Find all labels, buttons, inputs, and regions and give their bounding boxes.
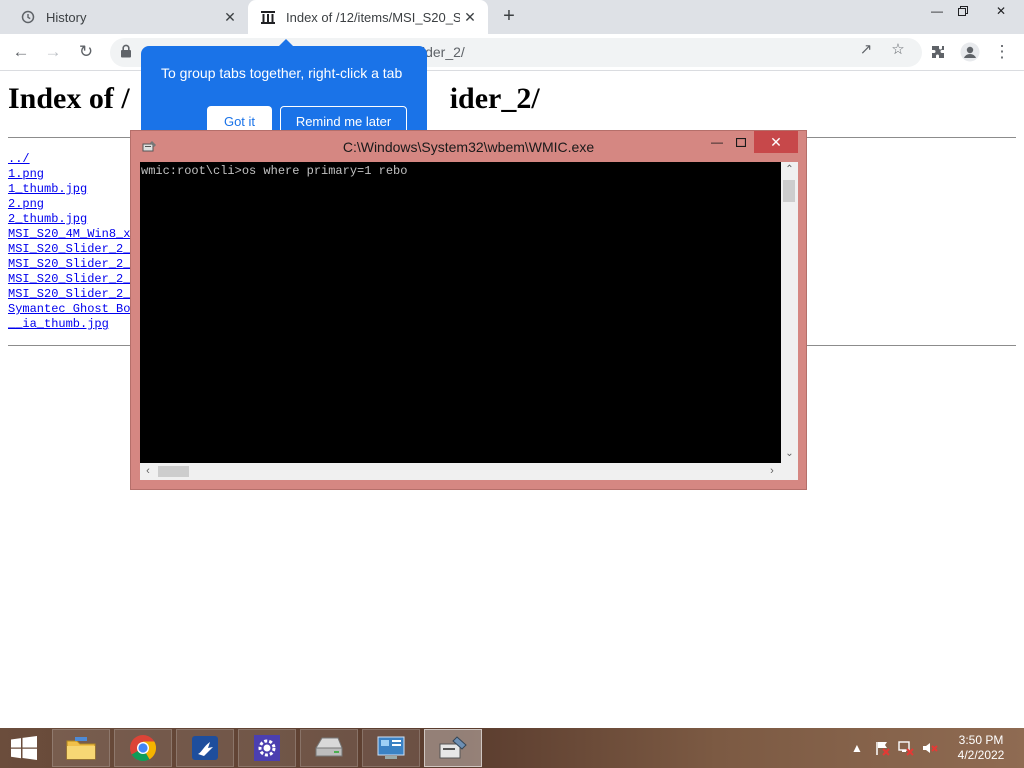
- scroll-thumb[interactable]: [158, 466, 189, 477]
- page-title-start: Index of /: [8, 82, 130, 115]
- extensions-icon[interactable]: [925, 40, 951, 64]
- system-clock[interactable]: 3:50 PM 4/2/2022: [950, 733, 1012, 763]
- file-link[interactable]: MSI_S20_Slider_2_: [8, 257, 130, 272]
- file-link[interactable]: MSI_S20_Slider_2_: [8, 287, 130, 302]
- page-title-end: ider_2/: [449, 82, 540, 115]
- console-minimize-icon[interactable]: —: [706, 131, 728, 153]
- wmic-console-window[interactable]: C:\Windows\System32\wbem\WMIC.exe — ✕ wm…: [130, 130, 807, 490]
- file-link[interactable]: 2.png: [8, 197, 130, 212]
- scroll-up-icon[interactable]: ⌃: [781, 162, 798, 178]
- console-title: C:\Windows\System32\wbem\WMIC.exe: [342, 139, 595, 155]
- file-link[interactable]: MSI_S20_4M_Win8_x: [8, 227, 130, 242]
- chrome-icon[interactable]: [114, 729, 172, 767]
- file-link[interactable]: __ia_thumb.jpg: [8, 317, 130, 332]
- back-icon[interactable]: ←: [8, 40, 34, 64]
- file-list: ../ 1.png 1_thumb.jpg 2.png 2_thumb.jpg …: [8, 152, 130, 332]
- restore-icon[interactable]: [946, 0, 980, 22]
- console-close-icon[interactable]: ✕: [754, 131, 798, 153]
- star-icon[interactable]: ☆: [887, 40, 909, 58]
- history-icon: [20, 9, 36, 25]
- file-link[interactable]: ../: [8, 152, 130, 167]
- lock-icon[interactable]: [120, 44, 134, 60]
- file-link[interactable]: MSI_S20_Slider_2_: [8, 272, 130, 287]
- scroll-thumb[interactable]: [783, 180, 795, 202]
- reload-icon[interactable]: ↻: [73, 40, 99, 64]
- forward-icon[interactable]: →: [40, 40, 66, 64]
- scroll-down-icon[interactable]: ⌄: [781, 446, 798, 462]
- close-icon[interactable]: ✕: [220, 7, 240, 27]
- close-window-icon[interactable]: ✕: [984, 0, 1018, 22]
- console-maximize-icon[interactable]: [730, 131, 752, 153]
- file-link[interactable]: Symantec Ghost Bo: [8, 302, 130, 317]
- file-explorer-icon[interactable]: [52, 729, 110, 767]
- minimize-icon[interactable]: [831, 131, 859, 153]
- drive-icon[interactable]: [300, 729, 358, 767]
- tab-group-callout: To group tabs together, right-click a ta…: [141, 39, 427, 142]
- tab-title: History: [46, 9, 87, 25]
- console-output[interactable]: wmic:root\cli>os where primary=1 rebo: [140, 162, 781, 463]
- clock-date: 4/2/2022: [957, 748, 1005, 762]
- volume-muted-icon[interactable]: [921, 738, 939, 758]
- console-titlebar[interactable]: C:\Windows\System32\wbem\WMIC.exe — ✕: [131, 131, 806, 161]
- file-link[interactable]: MSI_S20_Slider_2_: [8, 242, 130, 257]
- action-center-flag-icon[interactable]: [873, 738, 891, 758]
- windows-start-icon[interactable]: [10, 736, 38, 760]
- close-icon[interactable]: ✕: [460, 7, 480, 27]
- wmic-taskbar-icon[interactable]: [424, 729, 482, 767]
- share-icon[interactable]: ↗: [855, 40, 877, 58]
- app-icon[interactable]: [176, 729, 234, 767]
- tab-title: Index of /12/items/MSI_S20_Slider_2/: [286, 9, 460, 25]
- tab-history[interactable]: History ✕: [8, 0, 248, 34]
- file-link[interactable]: 1.png: [8, 167, 130, 182]
- network-icon[interactable]: [897, 738, 915, 758]
- control-panel-icon[interactable]: [362, 729, 420, 767]
- vertical-scrollbar[interactable]: ⌃ ⌄: [781, 162, 798, 463]
- resize-grip-icon[interactable]: [781, 463, 798, 480]
- taskbar: ▲ 3:50 PM 4/2/2022: [0, 728, 1024, 768]
- tab-strip: History ✕ Index of /12/items/MSI_S20_Sli…: [0, 0, 1024, 34]
- file-link[interactable]: 2_thumb.jpg: [8, 212, 130, 227]
- url-text: ider_2/: [422, 44, 465, 60]
- new-tab-button[interactable]: +: [498, 6, 520, 28]
- tray-chevron-icon[interactable]: ▲: [850, 738, 864, 758]
- file-link[interactable]: 1_thumb.jpg: [8, 182, 130, 197]
- clock-time: 3:50 PM: [958, 733, 1004, 747]
- callout-message: To group tabs together, right-click a ta…: [161, 65, 403, 81]
- menu-icon[interactable]: ⋮: [989, 40, 1015, 64]
- profile-icon[interactable]: [957, 40, 983, 64]
- scroll-right-icon[interactable]: ›: [764, 463, 780, 480]
- settings-icon[interactable]: [238, 729, 296, 767]
- horizontal-scrollbar[interactable]: ‹ ›: [140, 463, 781, 480]
- scroll-left-icon[interactable]: ‹: [140, 463, 156, 480]
- tab-index-of[interactable]: Index of /12/items/MSI_S20_Slider_2/ ✕: [248, 0, 488, 34]
- archive-icon: [260, 9, 276, 25]
